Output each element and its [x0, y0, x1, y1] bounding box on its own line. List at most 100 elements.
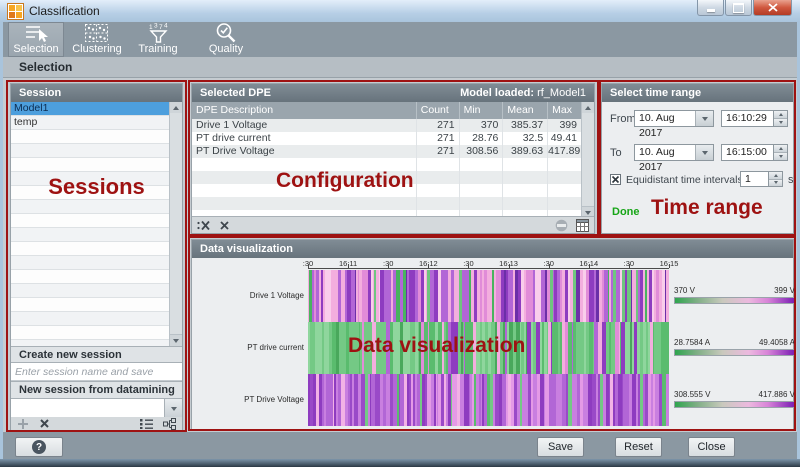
spinner-buttons[interactable] [773, 111, 787, 126]
dpe-cell [416, 197, 459, 210]
toolbar-button-training[interactable]: 1 3 7 4 Training [130, 22, 186, 57]
session-list-item[interactable] [11, 186, 182, 200]
dpe-table-row[interactable] [192, 184, 581, 197]
close-button[interactable] [753, 0, 792, 16]
hierarchy-view-icon[interactable] [163, 418, 176, 430]
session-actions-bar [11, 417, 182, 430]
dpe-panel-title: Selected DPE [200, 84, 271, 102]
dpe-table-row[interactable] [192, 171, 581, 184]
session-list-item[interactable] [11, 284, 182, 298]
deselect-dpe-icon[interactable] [197, 220, 211, 231]
scroll-up-icon[interactable] [170, 102, 182, 113]
calculate-icon[interactable] [576, 219, 589, 232]
spin-down-icon [779, 121, 783, 124]
interval-spinner[interactable]: 1 [740, 171, 783, 187]
session-list-scrollbar[interactable] [169, 102, 182, 346]
session-list-item[interactable] [11, 158, 182, 172]
legend-max: 49.4058 A [759, 338, 795, 347]
heatmap-row-drive1-voltage[interactable] [308, 270, 669, 322]
footer-bar [3, 432, 797, 459]
column-header[interactable]: DPE Description [192, 102, 416, 119]
reset-button[interactable]: Reset [615, 437, 662, 457]
session-list-item[interactable] [11, 200, 182, 214]
legend-min: 28.7584 A [674, 338, 710, 347]
session-list-item[interactable] [11, 326, 182, 340]
heatmap-row-pt-drive-current[interactable] [308, 322, 669, 374]
from-time-spinner[interactable]: 16:10:29 [721, 110, 788, 127]
viz-panel-title: Data visualization [200, 240, 293, 258]
dpe-table-row[interactable]: PT drive current27128.7632.549.41 [192, 132, 581, 145]
spin-up-icon [774, 174, 778, 177]
session-list-item[interactable] [11, 172, 182, 186]
axis-tick-mark [509, 264, 510, 268]
session-list-item[interactable] [11, 228, 182, 242]
delete-session-icon[interactable] [39, 418, 50, 429]
help-icon: ? [32, 440, 46, 454]
datamining-model-combobox[interactable] [11, 399, 182, 419]
axis-tick-mark [308, 264, 309, 268]
column-header[interactable]: Min [459, 102, 503, 119]
session-list-item[interactable] [11, 312, 182, 326]
from-date-combobox[interactable]: 10. Aug 2017 [634, 110, 714, 127]
dpe-panel-header: Selected DPE Model loaded: rf_Model1 [192, 84, 594, 102]
chevron-down-icon [171, 407, 177, 411]
session-list-item[interactable] [11, 298, 182, 312]
session-list-item[interactable] [11, 242, 182, 256]
spinner-buttons[interactable] [773, 145, 787, 160]
status-done: Done [612, 206, 640, 218]
heatmap-stripe [665, 322, 669, 374]
scroll-down-icon[interactable] [170, 334, 182, 346]
spinner-buttons[interactable] [768, 172, 782, 186]
dpe-table-row[interactable]: Drive 1 Voltage271370385.37399 [192, 119, 581, 132]
from-time-value: 16:10:29 [722, 111, 773, 126]
toolbar-button-quality[interactable]: Quality [198, 22, 254, 57]
heatmap-row-pt-drive-voltage[interactable] [308, 374, 669, 426]
to-date-combobox[interactable]: 10. Aug 2017 [634, 144, 714, 161]
session-list-item[interactable]: temp [11, 116, 182, 130]
session-list-item[interactable] [11, 270, 182, 284]
to-label: To [610, 147, 622, 159]
heatmap-plot[interactable]: :3016:11:3016:12:3016:13:3016:14:3016:15 [308, 240, 669, 431]
dpe-cell: 417.89 [547, 145, 581, 158]
dpe-cell: 370 [459, 119, 503, 132]
session-list-item[interactable] [11, 144, 182, 158]
add-session-icon[interactable] [17, 418, 29, 430]
dpe-table-scrollbar[interactable] [581, 102, 594, 218]
equidistant-checkbox[interactable] [610, 174, 621, 185]
toolbar-button-selection[interactable]: Selection [8, 22, 64, 57]
time-panel-header: Select time range [602, 84, 793, 102]
time-range-panel: Select time range From 10. Aug 2017 16:1… [601, 83, 794, 234]
delete-dpe-icon[interactable] [219, 220, 230, 231]
session-name-input[interactable] [11, 363, 182, 381]
dpe-table-row[interactable]: PT Drive Voltage271308.56389.63417.89 [192, 145, 581, 158]
column-header[interactable]: Max [547, 102, 581, 119]
axis-tick-mark [669, 264, 670, 268]
stop-icon[interactable] [555, 219, 568, 232]
minimize-button[interactable] [697, 0, 724, 16]
dropdown-button[interactable] [695, 111, 713, 126]
dropdown-button[interactable] [695, 145, 713, 160]
session-list-item[interactable] [11, 256, 182, 270]
color-scale [674, 297, 795, 304]
column-header[interactable]: Mean [502, 102, 547, 119]
close-dialog-button[interactable]: Close [688, 437, 735, 457]
to-time-spinner[interactable]: 16:15:00 [721, 144, 788, 161]
dpe-table-row[interactable] [192, 197, 581, 210]
toolbar-button-clustering[interactable]: Clustering [64, 22, 130, 57]
maximize-button[interactable] [725, 0, 752, 16]
session-list: Model1temp [11, 102, 182, 346]
help-button[interactable]: ? [15, 437, 63, 457]
session-list-item[interactable]: Model1 [11, 102, 182, 116]
dpe-cell [459, 184, 503, 197]
chevron-down-icon [702, 151, 708, 155]
dpe-table-row[interactable] [192, 158, 581, 171]
scroll-up-icon[interactable] [582, 102, 594, 113]
toolbar-label: Clustering [72, 43, 122, 55]
session-panel-title: Session [19, 84, 61, 102]
session-list-item[interactable] [11, 214, 182, 228]
column-header[interactable]: Count [416, 102, 459, 119]
list-view-icon[interactable] [140, 418, 153, 429]
save-button[interactable]: Save [537, 437, 584, 457]
session-list-item[interactable] [11, 130, 182, 144]
dropdown-button[interactable] [164, 399, 182, 418]
